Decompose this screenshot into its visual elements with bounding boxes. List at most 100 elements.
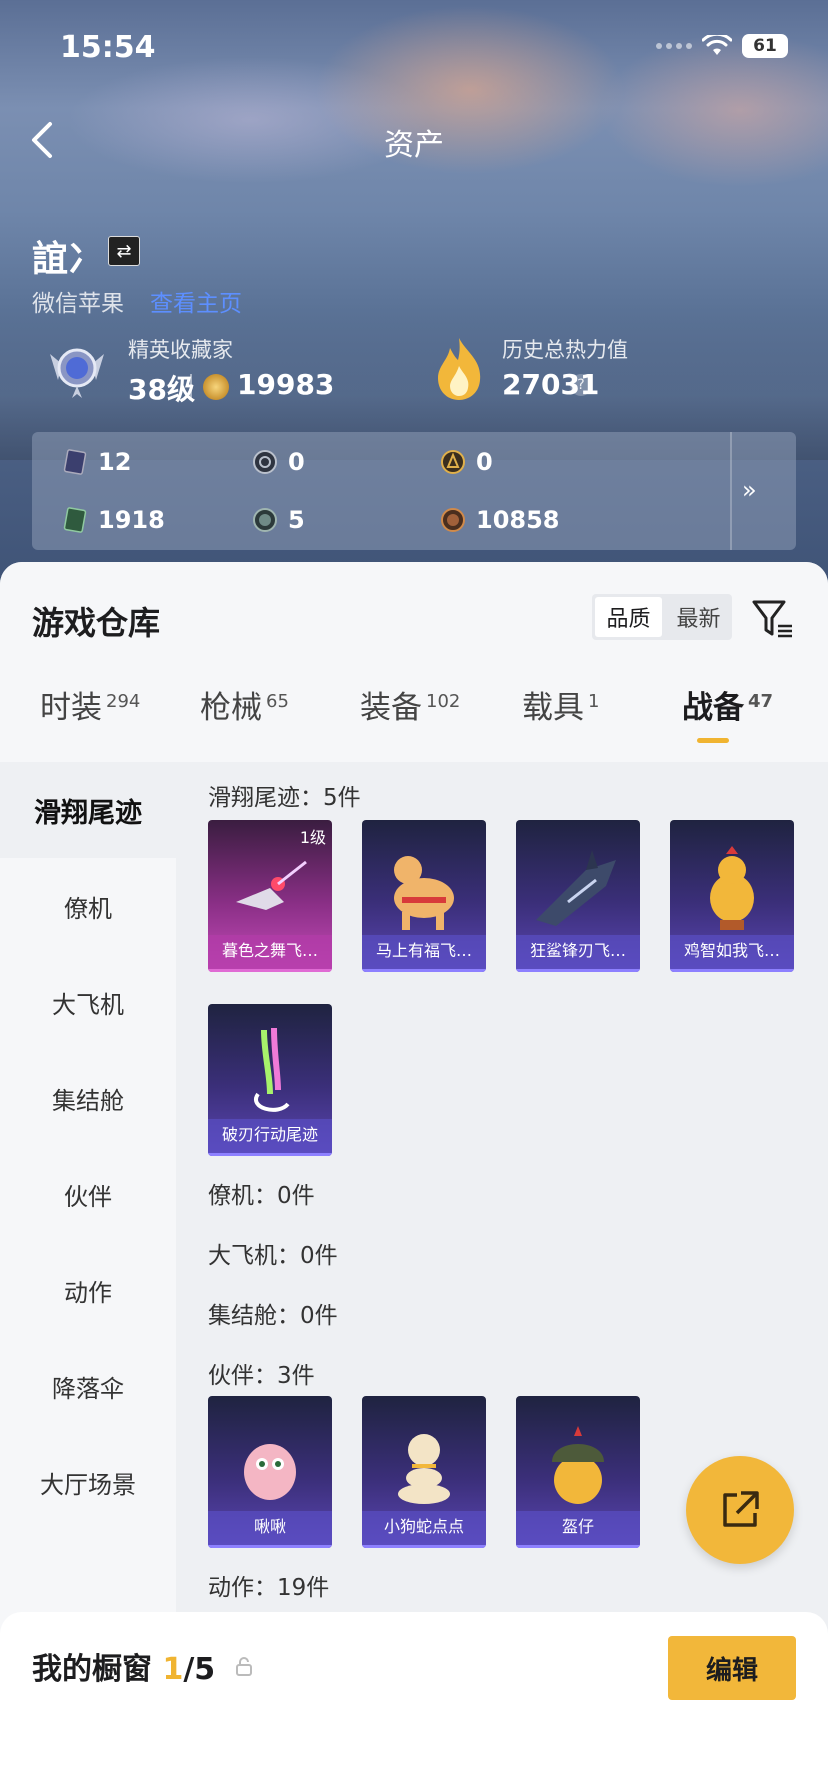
sidebar-item-glide-trail[interactable]: 滑翔尾迹: [0, 762, 176, 858]
tab-equipment[interactable]: 装备 102: [360, 682, 460, 727]
item-name: 啾啾: [208, 1511, 332, 1548]
chicken-art: [710, 846, 754, 930]
divider: [730, 432, 732, 550]
stat-value: 0: [288, 448, 305, 476]
tab-count: 102: [426, 690, 461, 712]
tab-label: 时装: [40, 690, 102, 726]
sidebar-item-action[interactable]: 动作: [0, 1242, 176, 1338]
tab-count: 1: [588, 690, 600, 712]
item-card[interactable]: 破刃行动尾迹: [208, 1004, 332, 1156]
gold-token-icon: [441, 450, 465, 474]
stat-item: 1918: [62, 506, 165, 534]
item-card[interactable]: 鸡智如我飞…: [670, 820, 794, 972]
player-name: 誼冫: [32, 239, 105, 280]
snake-art: [398, 1434, 450, 1504]
edit-button[interactable]: 编辑: [668, 1636, 796, 1700]
sort-toggle[interactable]: 品质 最新: [592, 594, 732, 640]
sidebar-item-wingman[interactable]: 僚机: [0, 858, 176, 954]
horse-art: [394, 856, 454, 930]
showcase-total: /5: [183, 1652, 216, 1687]
section-label: 僚机：0件: [208, 1183, 315, 1209]
help-icon[interactable]: ?: [570, 374, 592, 396]
category-tabs: 时装 294 枪械 65 装备 102 载具 1 战备 47: [0, 682, 828, 762]
stat-item: 5: [252, 506, 305, 534]
tab-label: 载具: [522, 690, 584, 726]
section-label: 滑翔尾迹：5件: [208, 785, 361, 811]
item-name: 鸡智如我飞…: [670, 935, 794, 972]
shark-art: [536, 850, 616, 926]
blade-trail-art: [254, 1027, 290, 1112]
more-arrow-icon[interactable]: »: [742, 476, 757, 504]
item-name: 马上有福飞…: [362, 935, 486, 972]
item-card[interactable]: 狂鲨锋刃飞…: [516, 820, 640, 972]
showcase-current: 1: [162, 1652, 184, 1687]
sidebar-item-big-plane[interactable]: 大飞机: [0, 954, 176, 1050]
stats-panel[interactable]: 12 0 0 1918 5 10858: [32, 432, 796, 550]
heat-label: 历史总热力值: [502, 338, 628, 362]
sidebar-item-parachute[interactable]: 降落伞: [0, 1338, 176, 1434]
section-label: 伙伴：3件: [208, 1363, 315, 1389]
item-card[interactable]: 盔仔: [516, 1396, 640, 1548]
status-icons: 61: [656, 34, 788, 58]
tab-count: 47: [748, 690, 774, 712]
item-name: 盔仔: [516, 1511, 640, 1548]
sidebar-item-companion[interactable]: 伙伴: [0, 1146, 176, 1242]
stat-value: 1918: [98, 506, 165, 534]
item-card[interactable]: 马上有福飞…: [362, 820, 486, 972]
filter-icon[interactable]: [750, 596, 794, 640]
stat-item: 12: [62, 448, 131, 476]
rank-title: 精英收藏家: [128, 338, 233, 362]
tab-guns[interactable]: 枪械 65: [200, 682, 289, 727]
rank-level: 38级: [128, 373, 195, 406]
stat-value: 12: [98, 448, 132, 476]
silver-token-icon: [253, 450, 277, 474]
stat-item: 0: [252, 448, 305, 476]
item-name: 小狗蛇点点: [362, 1511, 486, 1548]
share-icon: [723, 1491, 759, 1527]
tab-label: 装备: [360, 690, 422, 726]
page-title: 资产: [384, 128, 444, 163]
lock-icon: [236, 1657, 252, 1676]
collection-coin-icon: [203, 374, 229, 400]
tab-label: 枪械: [200, 690, 262, 726]
rank-badge-icon: [50, 348, 104, 398]
sidebar-item-rally-pod[interactable]: 集结舱: [0, 1050, 176, 1146]
tab-label: 战备: [682, 690, 744, 726]
item-card[interactable]: 1级 暮色之舞飞…: [208, 820, 332, 972]
stat-value: 0: [476, 448, 493, 476]
helmet-chick-art: [552, 1426, 604, 1504]
sidebar-item-lobby-scene[interactable]: 大厅场景: [0, 1434, 176, 1530]
stat-item: 10858: [440, 506, 560, 534]
share-button[interactable]: [686, 1456, 794, 1564]
sort-quality-button[interactable]: 品质: [595, 597, 662, 637]
platform-label: 微信苹果: [32, 291, 124, 317]
stat-value: 5: [288, 506, 305, 534]
showcase-label: 我的橱窗 1/5: [32, 1644, 215, 1688]
item-name: 狂鲨锋刃飞…: [516, 935, 640, 972]
sort-newest-button[interactable]: 最新: [665, 594, 732, 640]
wifi-icon: [702, 35, 732, 55]
card-icon: [63, 449, 87, 475]
switch-account-icon[interactable]: ⇄: [108, 236, 140, 266]
tab-fashion[interactable]: 时装 294: [40, 682, 140, 727]
flame-icon: [438, 338, 481, 400]
item-card[interactable]: 啾啾: [208, 1396, 332, 1548]
active-tab-indicator: [697, 738, 729, 743]
stat-item: 0: [440, 448, 493, 476]
item-name: 暮色之舞飞…: [208, 935, 332, 972]
showcase-title: 我的橱窗: [32, 1652, 152, 1687]
tab-battle-gear[interactable]: 战备 47: [682, 682, 773, 727]
warehouse-header: 游戏仓库 品质 最新 时装 294 枪械 65 装备 102 载具 1 战备 47: [0, 562, 828, 762]
item-card[interactable]: 小狗蛇点点: [362, 1396, 486, 1548]
section-label: 动作：19件: [208, 1575, 330, 1601]
collection-points: 19983: [237, 368, 335, 401]
profile-link[interactable]: 查看主页: [150, 284, 242, 318]
showcase-bar: 我的橱窗 1/5 编辑: [0, 1612, 828, 1792]
section-label: 集结舱：0件: [208, 1303, 338, 1329]
tab-count: 294: [106, 690, 141, 712]
tab-vehicles[interactable]: 载具 1: [522, 682, 599, 727]
bird-art: [244, 1444, 296, 1500]
signal-icon: [656, 43, 692, 49]
divider: [190, 374, 192, 398]
bronze-coin-icon: [441, 508, 465, 532]
